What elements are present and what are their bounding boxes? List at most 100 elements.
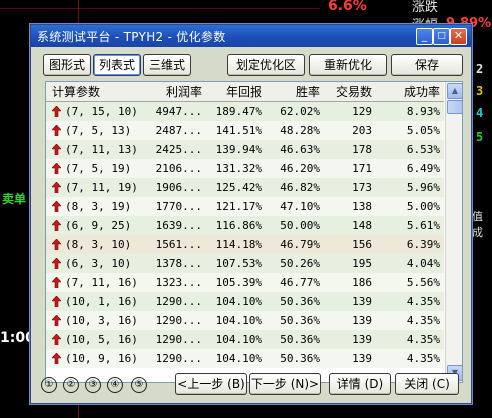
table-row[interactable]: (10, 3, 16) 1290... 104.10% 50.36% 139 4.35% <box>46 311 444 330</box>
bg-num: 3 <box>476 84 484 98</box>
up-arrow-icon <box>52 125 61 136</box>
cell-annual-return: 104.10% <box>206 292 266 311</box>
cell-annual-return: 105.39% <box>206 273 266 292</box>
tab-list-view[interactable]: 列表式 <box>93 54 141 76</box>
cell-success-rate: 4.35% <box>376 292 444 311</box>
cell-annual-return: 189.47% <box>206 101 266 121</box>
cell-success-rate: 5.56% <box>376 273 444 292</box>
cell-params: (7, 5, 19) <box>46 159 138 178</box>
scroll-up-icon[interactable]: ▲ <box>447 83 462 99</box>
table-row[interactable]: (7, 11, 13) 2425... 139.94% 46.63% 178 6.53% <box>46 140 444 159</box>
optimize-params-dialog: 系统测试平台 - TPYH2 - 优化参数 _ □ ✕ 图形式 列表式 三维式 … <box>30 24 472 404</box>
page-5-button[interactable]: ⑤ <box>131 377 147 393</box>
cell-annual-return: 104.10% <box>206 330 266 349</box>
tab-3d-view[interactable]: 三维式 <box>143 54 191 76</box>
cell-annual-return: 104.10% <box>206 349 266 368</box>
cell-trades: 148 <box>324 216 376 235</box>
table-row[interactable]: (10, 9, 16) 1290... 104.10% 50.36% 139 4.35% <box>46 349 444 368</box>
cell-annual-return: 116.86% <box>206 216 266 235</box>
col-header-annual-return[interactable]: 年回报 <box>206 82 266 102</box>
table-row[interactable]: (10, 5, 16) 1290... 104.10% 50.36% 139 4.35% <box>46 330 444 349</box>
cell-win-rate: 50.36% <box>266 330 324 349</box>
cell-params-label: (6, 9, 25) <box>65 219 132 232</box>
bg-num: 4 <box>476 106 484 120</box>
col-header-success-rate[interactable]: 成功率 <box>376 82 444 102</box>
dialog-title: 系统测试平台 - TPYH2 - 优化参数 <box>37 30 226 44</box>
page-4-button[interactable]: ④ <box>107 377 123 393</box>
cell-annual-return: 139.94% <box>206 140 266 159</box>
cell-success-rate: 6.53% <box>376 140 444 159</box>
title-bar[interactable]: 系统测试平台 - TPYH2 - 优化参数 _ □ ✕ <box>31 25 471 47</box>
cell-trades: 156 <box>324 235 376 254</box>
col-header-profit[interactable]: 利润率 <box>138 82 206 102</box>
cell-trades: 186 <box>324 273 376 292</box>
cell-params: (7, 15, 10) <box>46 101 138 121</box>
cell-annual-return: 121.17% <box>206 197 266 216</box>
cell-success-rate: 4.35% <box>376 311 444 330</box>
cell-trades: 139 <box>324 330 376 349</box>
cell-profit: 1290... <box>138 311 206 330</box>
cell-trades: 139 <box>324 349 376 368</box>
scroll-thumb[interactable] <box>447 100 462 114</box>
table-row[interactable]: (7, 15, 10) 4947... 189.47% 62.02% 129 8.93% <box>46 101 444 121</box>
next-step-button[interactable]: 下一步 (N)> <box>249 373 321 395</box>
cell-profit: 1290... <box>138 330 206 349</box>
cell-params: (10, 5, 16) <box>46 330 138 349</box>
table-row[interactable]: (7, 11, 16) 1323... 105.39% 46.77% 186 5.56% <box>46 273 444 292</box>
col-header-params[interactable]: 计算参数 <box>46 82 138 102</box>
up-arrow-icon <box>52 201 61 212</box>
cell-params-label: (7, 11, 13) <box>65 143 138 156</box>
page-2-button[interactable]: ② <box>63 377 79 393</box>
cell-annual-return: 104.10% <box>206 311 266 330</box>
cell-trades: 203 <box>324 121 376 140</box>
details-button[interactable]: 详情 (D) <box>329 373 391 395</box>
cell-win-rate: 50.36% <box>266 311 324 330</box>
cell-success-rate: 4.04% <box>376 254 444 273</box>
page-3-button[interactable]: ③ <box>85 377 101 393</box>
cell-profit: 1290... <box>138 292 206 311</box>
cell-profit: 1290... <box>138 349 206 368</box>
up-arrow-icon <box>52 163 61 174</box>
col-header-win-rate[interactable]: 胜率 <box>266 82 324 102</box>
cell-params-label: (7, 5, 13) <box>65 124 132 137</box>
cell-success-rate: 5.96% <box>376 178 444 197</box>
table-row[interactable]: (6, 3, 10) 1378... 107.53% 50.26% 195 4.04% <box>46 254 444 273</box>
cell-win-rate: 50.26% <box>266 254 324 273</box>
reoptimize-button[interactable]: 重新优化 <box>309 54 387 76</box>
table-row[interactable]: (8, 3, 10) 1561... 114.18% 46.79% 156 6.39% <box>46 235 444 254</box>
cell-params-label: (10, 5, 16) <box>65 333 138 346</box>
cell-success-rate: 5.05% <box>376 121 444 140</box>
table-row[interactable]: (7, 5, 19) 2106... 131.32% 46.20% 171 6.49% <box>46 159 444 178</box>
cell-win-rate: 50.36% <box>266 349 324 368</box>
up-arrow-icon <box>52 106 61 117</box>
tab-chart-view[interactable]: 图形式 <box>43 54 91 76</box>
col-header-trades[interactable]: 交易数 <box>324 82 376 102</box>
results-table: 计算参数 利润率 年回报 胜率 交易数 成功率 (7, 15, 10) 4947.… <box>45 81 463 383</box>
save-button[interactable]: 保存 <box>391 54 463 76</box>
vertical-scrollbar[interactable]: ▲ ▼ <box>445 82 462 382</box>
cell-win-rate: 50.00% <box>266 216 324 235</box>
cell-params: (6, 9, 25) <box>46 216 138 235</box>
prev-step-button[interactable]: <上一步 (B) <box>175 373 247 395</box>
table-row[interactable]: (10, 1, 16) 1290... 104.10% 50.36% 139 4.35% <box>46 292 444 311</box>
up-arrow-icon <box>52 182 61 193</box>
cell-win-rate: 48.28% <box>266 121 324 140</box>
table-row[interactable]: (7, 11, 19) 1906... 125.42% 46.82% 173 5.96% <box>46 178 444 197</box>
define-optimize-zone-button[interactable]: 划定优化区 <box>227 54 305 76</box>
cell-params-label: (8, 3, 10) <box>65 238 132 251</box>
bg-rise-label: 涨跌 <box>412 0 439 15</box>
page-1-button[interactable]: ① <box>41 377 57 393</box>
cell-win-rate: 62.02% <box>266 101 324 121</box>
table-row[interactable]: (6, 9, 25) 1639... 116.86% 50.00% 148 5.61% <box>46 216 444 235</box>
maximize-button[interactable]: □ <box>433 28 450 45</box>
table-row[interactable]: (8, 3, 19) 1770... 121.17% 47.10% 138 5.00% <box>46 197 444 216</box>
cell-params-label: (7, 5, 19) <box>65 162 132 175</box>
cell-success-rate: 5.00% <box>376 197 444 216</box>
cell-params-label: (7, 11, 19) <box>65 181 138 194</box>
close-button[interactable]: 关闭 (C) <box>395 373 459 395</box>
minimize-button[interactable]: _ <box>416 28 433 45</box>
table-row[interactable]: (7, 5, 13) 2487... 141.51% 48.28% 203 5.05% <box>46 121 444 140</box>
table-header: 计算参数 利润率 年回报 胜率 交易数 成功率 <box>46 82 444 102</box>
close-icon[interactable]: ✕ <box>450 28 467 45</box>
cell-profit: 1378... <box>138 254 206 273</box>
